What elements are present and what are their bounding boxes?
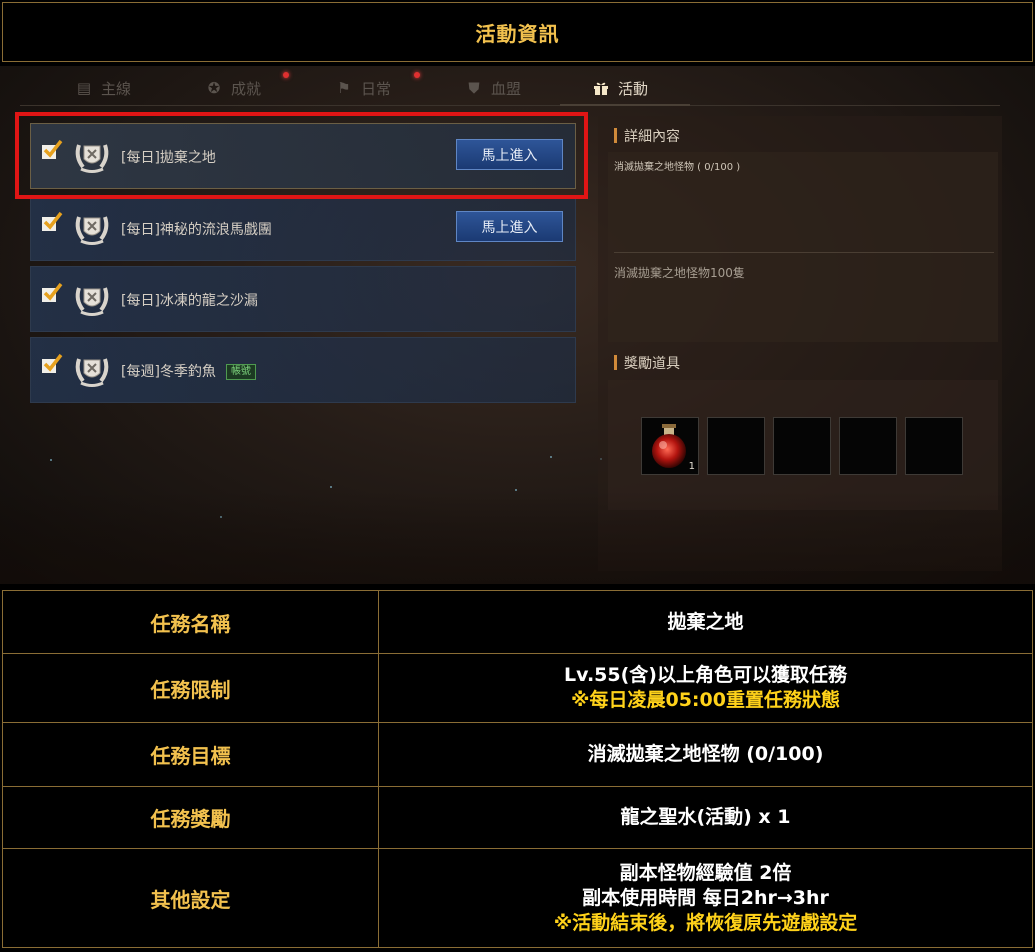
tab-event[interactable]: 活動 [592,74,648,102]
notification-dot [283,72,289,78]
row-value: 副本怪物經驗值 2倍 副本使用時間 每日2hr→3hr ※活動結束後，將恢復原先… [379,849,1032,947]
tab-main-quest[interactable]: ▤ 主線 [75,74,131,102]
divider [614,252,994,253]
quest-detail-panel: 詳細內容 消滅拋棄之地怪物 ( 0/100 ) 消滅拋棄之地怪物100隻 獎勵道… [598,116,1002,571]
sheet-header: 活動資訊 [2,2,1033,62]
checkmark-icon [42,211,63,231]
row-value: Lv.55(含)以上角色可以獲取任務 ※每日凌晨05:00重置任務狀態 [379,654,1032,722]
enter-now-button[interactable]: 馬上進入 [456,211,563,242]
objective-description: 消滅拋棄之地怪物100隻 [614,266,745,280]
shield-icon: ⛊ [468,79,480,97]
detail-content-box: 消滅拋棄之地怪物 ( 0/100 ) 消滅拋棄之地怪物100隻 [608,152,998,342]
laurel-emblem-icon [75,358,109,387]
tab-label: 活動 [618,79,649,98]
row-label: 任務限制 [3,654,379,722]
row-label: 其他設定 [3,849,379,947]
item-quantity: 1 [688,461,695,472]
quest-title: [每週]冬季釣魚 帳號 [121,361,256,381]
table-row: 任務名稱 拋棄之地 [3,591,1032,654]
quest-info-table: 任務名稱 拋棄之地 任務限制 Lv.55(含)以上角色可以獲取任務 ※每日凌晨0… [2,590,1033,948]
table-row: 任務獎勵 龍之聖水(活動) x 1 [3,787,1032,849]
tab-label: 血盟 [491,79,522,98]
objective-progress: 消滅拋棄之地怪物 ( 0/100 ) [614,162,741,173]
value-line: 拋棄之地 [667,610,744,633]
laurel-emblem-icon [75,216,109,245]
active-tab-underline [560,104,690,106]
row-label: 任務名稱 [3,591,379,653]
reward-section-title: 獎勵道具 [614,353,680,373]
notification-dot [414,72,420,78]
flag-icon: ⚑ [337,79,351,97]
value-line: Lv.55(含)以上角色可以獲取任務 [564,664,847,686]
quest-item[interactable]: [每日]神秘的流浪馬戲團 馬上進入 [30,195,576,261]
enter-now-button[interactable]: 馬上進入 [456,139,563,170]
row-label: 任務目標 [3,723,379,786]
quest-item[interactable]: [每日]拋棄之地 馬上進入 [30,123,576,189]
sheet-title: 活動資訊 [475,21,560,46]
table-row: 任務限制 Lv.55(含)以上角色可以獲取任務 ※每日凌晨05:00重置任務狀態 [3,654,1032,723]
game-quest-window: ▤ 主線 ✪ 成就 ⚑ 日常 ⛊ 血盟 活動 [每日]拋棄之地 馬上進入 [每日… [0,66,1035,584]
laurel-emblem-icon [75,144,109,173]
tab-clan[interactable]: ⛊ 血盟 [465,74,521,102]
value-line: 龍之聖水(活動) x 1 [620,806,791,828]
activity-info-sheet: 活動資訊 ▤ 主線 ✪ 成就 ⚑ 日常 ⛊ 血盟 活動 [每日]拋棄之地 馬上進… [0,0,1035,952]
checkmark-icon [42,353,63,373]
value-note: ※每日凌晨05:00重置任務狀態 [571,689,840,711]
detail-section-title: 詳細內容 [614,126,680,146]
quest-title: [每日]拋棄之地 [121,150,216,166]
value-line: 副本怪物經驗值 2倍 [619,861,792,884]
quest-tab-bar: ▤ 主線 ✪ 成就 ⚑ 日常 ⛊ 血盟 活動 [20,66,1000,106]
checkmark-icon [42,282,63,302]
tab-label: 成就 [231,79,262,98]
checkmark-icon [42,139,63,159]
gift-icon [592,80,610,96]
quest-item[interactable]: [每週]冬季釣魚 帳號 [30,337,576,403]
medal-icon: ✪ [207,79,221,97]
reward-slot-empty[interactable] [905,417,963,475]
table-row: 其他設定 副本怪物經驗值 2倍 副本使用時間 每日2hr→3hr ※活動結束後，… [3,849,1032,947]
row-value: 龍之聖水(活動) x 1 [379,787,1032,848]
table-row: 任務目標 消滅拋棄之地怪物 (0/100) [3,723,1032,787]
value-line: 副本使用時間 每日2hr→3hr [582,886,829,909]
quest-title: [每日]神秘的流浪馬戲團 [121,222,272,238]
value-note: ※活動結束後，將恢復原先遊戲設定 [553,911,858,934]
reward-slot-empty[interactable] [773,417,831,475]
reward-slot-empty[interactable] [839,417,897,475]
value-line: 消滅拋棄之地怪物 (0/100) [587,743,824,765]
quest-title: [每日]冰凍的龍之沙漏 [121,293,258,309]
row-label: 任務獎勵 [3,787,379,848]
tab-label: 主線 [101,79,132,98]
row-value: 消滅拋棄之地怪物 (0/100) [379,723,1032,786]
tab-daily[interactable]: ⚑ 日常 [335,74,391,102]
row-value: 拋棄之地 [379,591,1032,653]
reward-slot-empty[interactable] [707,417,765,475]
quest-item[interactable]: [每日]冰凍的龍之沙漏 [30,266,576,332]
reward-slot[interactable]: 1 [641,417,699,475]
reward-items-box: 1 [608,380,998,510]
tab-label: 日常 [361,79,392,98]
laurel-emblem-icon [75,287,109,316]
tab-achievement[interactable]: ✪ 成就 [205,74,261,102]
account-tag: 帳號 [225,364,256,380]
book-icon: ▤ [76,79,92,97]
quest-title-text: [每週]冬季釣魚 [121,364,216,380]
